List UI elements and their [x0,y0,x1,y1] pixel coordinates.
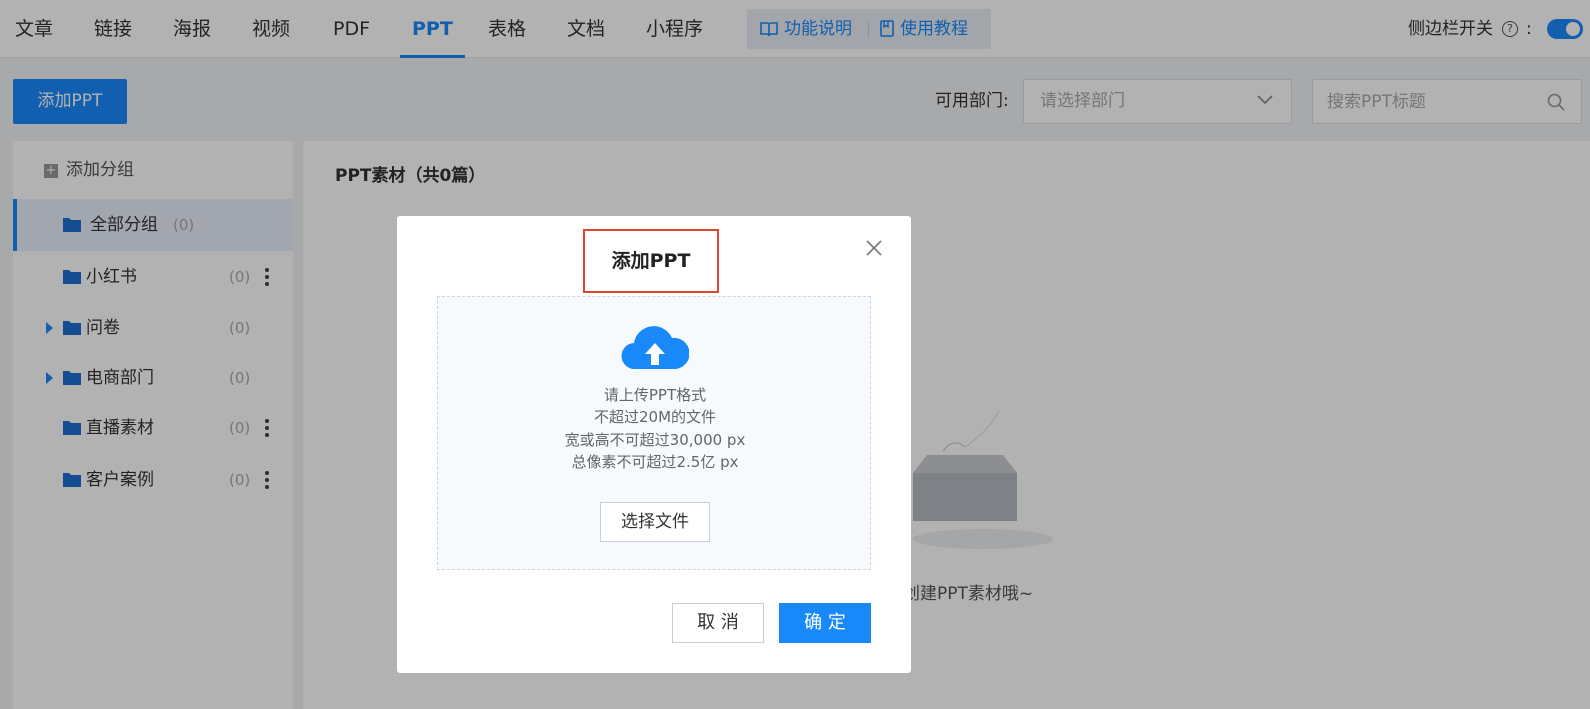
choose-file-button[interactable]: 选择文件 [600,502,710,542]
upload-dropzone[interactable]: 请上传PPT格式 不超过20M的文件 宽或高不可超过30,000 px 总像素不… [437,296,871,570]
confirm-button[interactable]: 确 定 [779,603,871,643]
upload-tip-size: 不超过20M的文件 [593,408,717,426]
upload-tip-format: 请上传PPT格式 [603,386,707,404]
cloud-upload-icon [621,326,689,370]
dialog-title: 添加PPT [583,229,719,293]
close-icon[interactable] [864,238,884,258]
upload-tip-pixels: 总像素不可超过2.5亿 px [571,453,739,471]
upload-tip-dimensions: 宽或高不可超过30,000 px [564,431,746,449]
add-ppt-dialog: 添加PPT 请上传PPT格式 不超过20M的文件 宽或高不可超过30,000 p… [397,216,911,673]
cancel-button[interactable]: 取 消 [672,603,764,643]
